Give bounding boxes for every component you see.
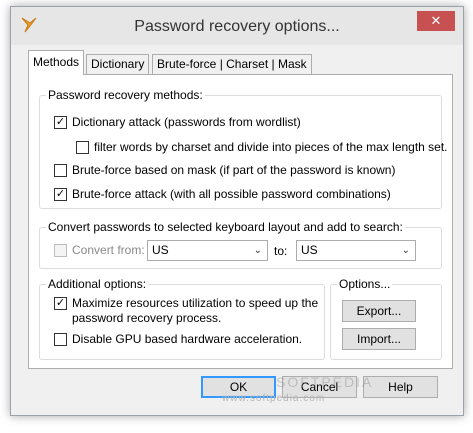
password-recovery-options-dialog: Password recovery options... ✕ Methods D… (10, 6, 464, 416)
brute-force-attack-label: Brute-force attack (with all possible pa… (72, 187, 391, 201)
filter-words-checkbox[interactable] (76, 141, 89, 154)
brute-force-attack-option[interactable]: ✓ Brute-force attack (with all possible … (54, 187, 391, 202)
close-icon[interactable]: ✕ (417, 11, 455, 31)
brute-force-attack-checkbox[interactable]: ✓ (54, 188, 67, 201)
help-button[interactable]: Help (363, 376, 438, 398)
title-bar: Password recovery options... ✕ (11, 7, 463, 45)
convert-from-select[interactable]: US ⌄ (147, 240, 268, 261)
options-title: Options... (337, 277, 393, 292)
convert-from-label: Convert from: (72, 243, 145, 257)
softpedia-watermark: www.softpedia.com (222, 393, 326, 404)
mask-brute-force-checkbox[interactable] (54, 164, 67, 177)
convert-from-option[interactable]: Convert from: (54, 243, 145, 258)
convert-to-select[interactable]: US ⌄ (296, 240, 416, 261)
filter-words-option[interactable]: filter words by charset and divide into … (76, 140, 448, 155)
export-button[interactable]: Export... (342, 300, 416, 322)
disable-gpu-option[interactable]: Disable GPU based hardware acceleration. (54, 332, 302, 347)
dictionary-attack-checkbox[interactable]: ✓ (54, 116, 67, 129)
chevron-down-icon: ⌄ (401, 245, 410, 256)
convert-layout-title: Convert passwords to selected keyboard l… (46, 220, 405, 235)
maximize-resources-option[interactable]: ✓ Maximize resources utilization to spee… (54, 296, 318, 326)
tab-brute-force-charset-mask[interactable]: Brute-force | Charset | Mask (152, 54, 312, 74)
convert-to-value: US (301, 243, 318, 257)
maximize-resources-text: Maximize resources utilization to speed … (72, 296, 318, 326)
softpedia-watermark-logo: SOFTPEDIA (276, 374, 374, 390)
convert-from-checkbox[interactable] (54, 244, 67, 257)
convert-to-label: to: (274, 244, 288, 258)
maximize-resources-label-line1: Maximize resources utilization to speed … (72, 296, 319, 310)
filter-words-label: filter words by charset and divide into … (94, 140, 448, 154)
mask-brute-force-option[interactable]: Brute-force based on mask (if part of th… (54, 163, 395, 178)
convert-from-value: US (152, 243, 169, 257)
recovery-methods-title: Password recovery methods: (46, 88, 205, 103)
chevron-down-icon: ⌄ (253, 245, 262, 256)
dictionary-attack-option[interactable]: ✓ Dictionary attack (passwords from word… (54, 115, 301, 130)
methods-panel: Password recovery methods: ✓ Dictionary … (28, 74, 453, 369)
disable-gpu-checkbox[interactable] (54, 333, 67, 346)
maximize-resources-label-line2: password recovery process. (72, 311, 222, 325)
additional-options-title: Additional options: (46, 277, 149, 292)
tab-dictionary[interactable]: Dictionary (86, 54, 150, 74)
tab-methods[interactable]: Methods (28, 50, 85, 75)
import-button[interactable]: Import... (342, 328, 416, 350)
window-title: Password recovery options... (134, 18, 340, 35)
maximize-resources-checkbox[interactable]: ✓ (54, 297, 67, 310)
disable-gpu-label: Disable GPU based hardware acceleration. (72, 332, 303, 346)
mask-brute-force-label: Brute-force based on mask (if part of th… (72, 163, 396, 177)
dictionary-attack-label: Dictionary attack (passwords from wordli… (72, 115, 301, 129)
